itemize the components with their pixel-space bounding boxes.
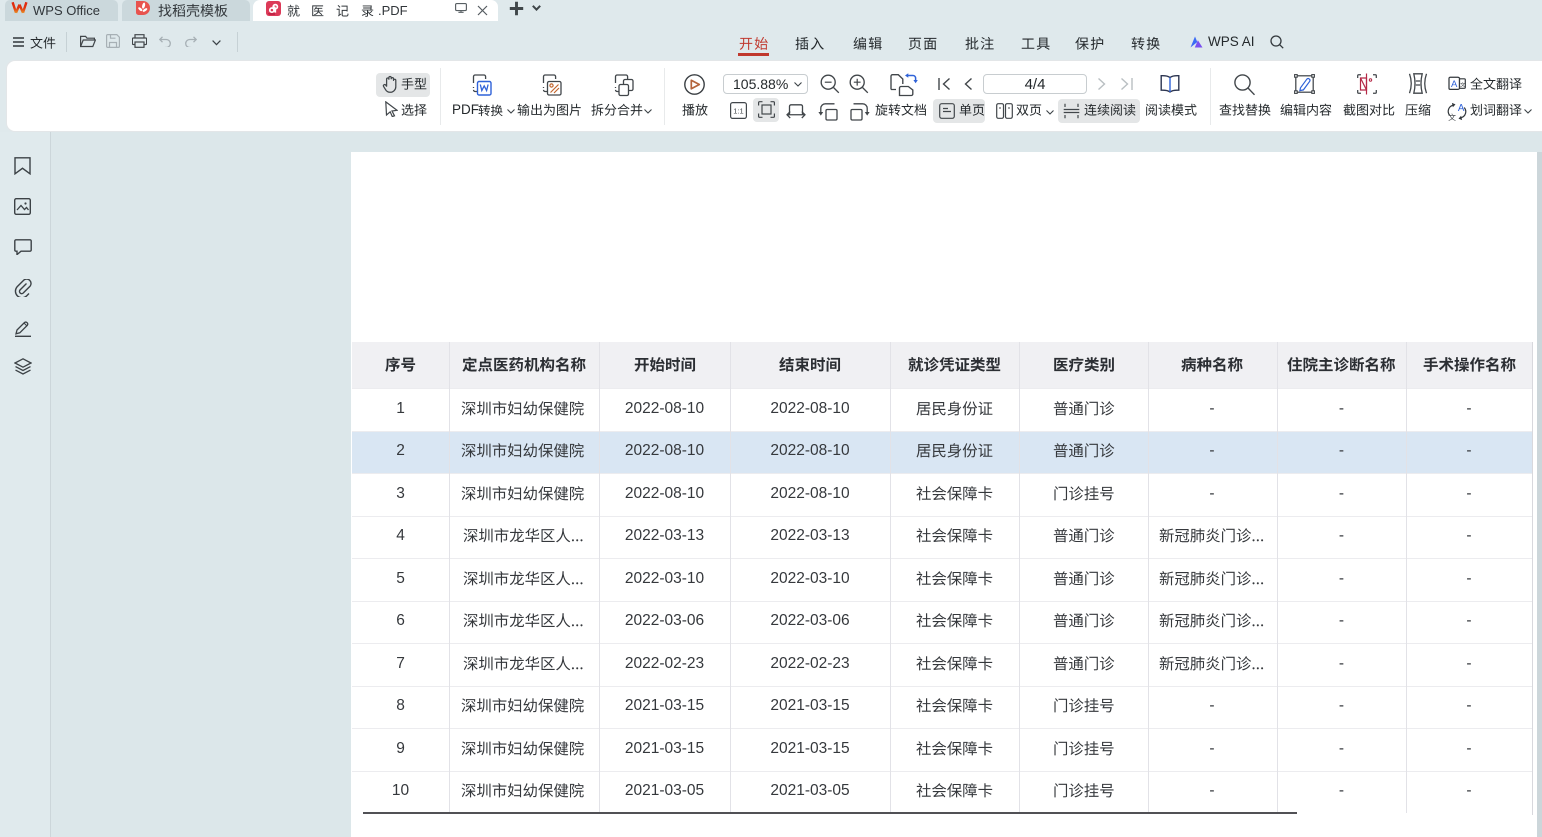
svg-text:1:1: 1:1 bbox=[733, 107, 743, 116]
svg-text:A: A bbox=[1458, 103, 1465, 114]
svg-text:A: A bbox=[1451, 79, 1458, 90]
